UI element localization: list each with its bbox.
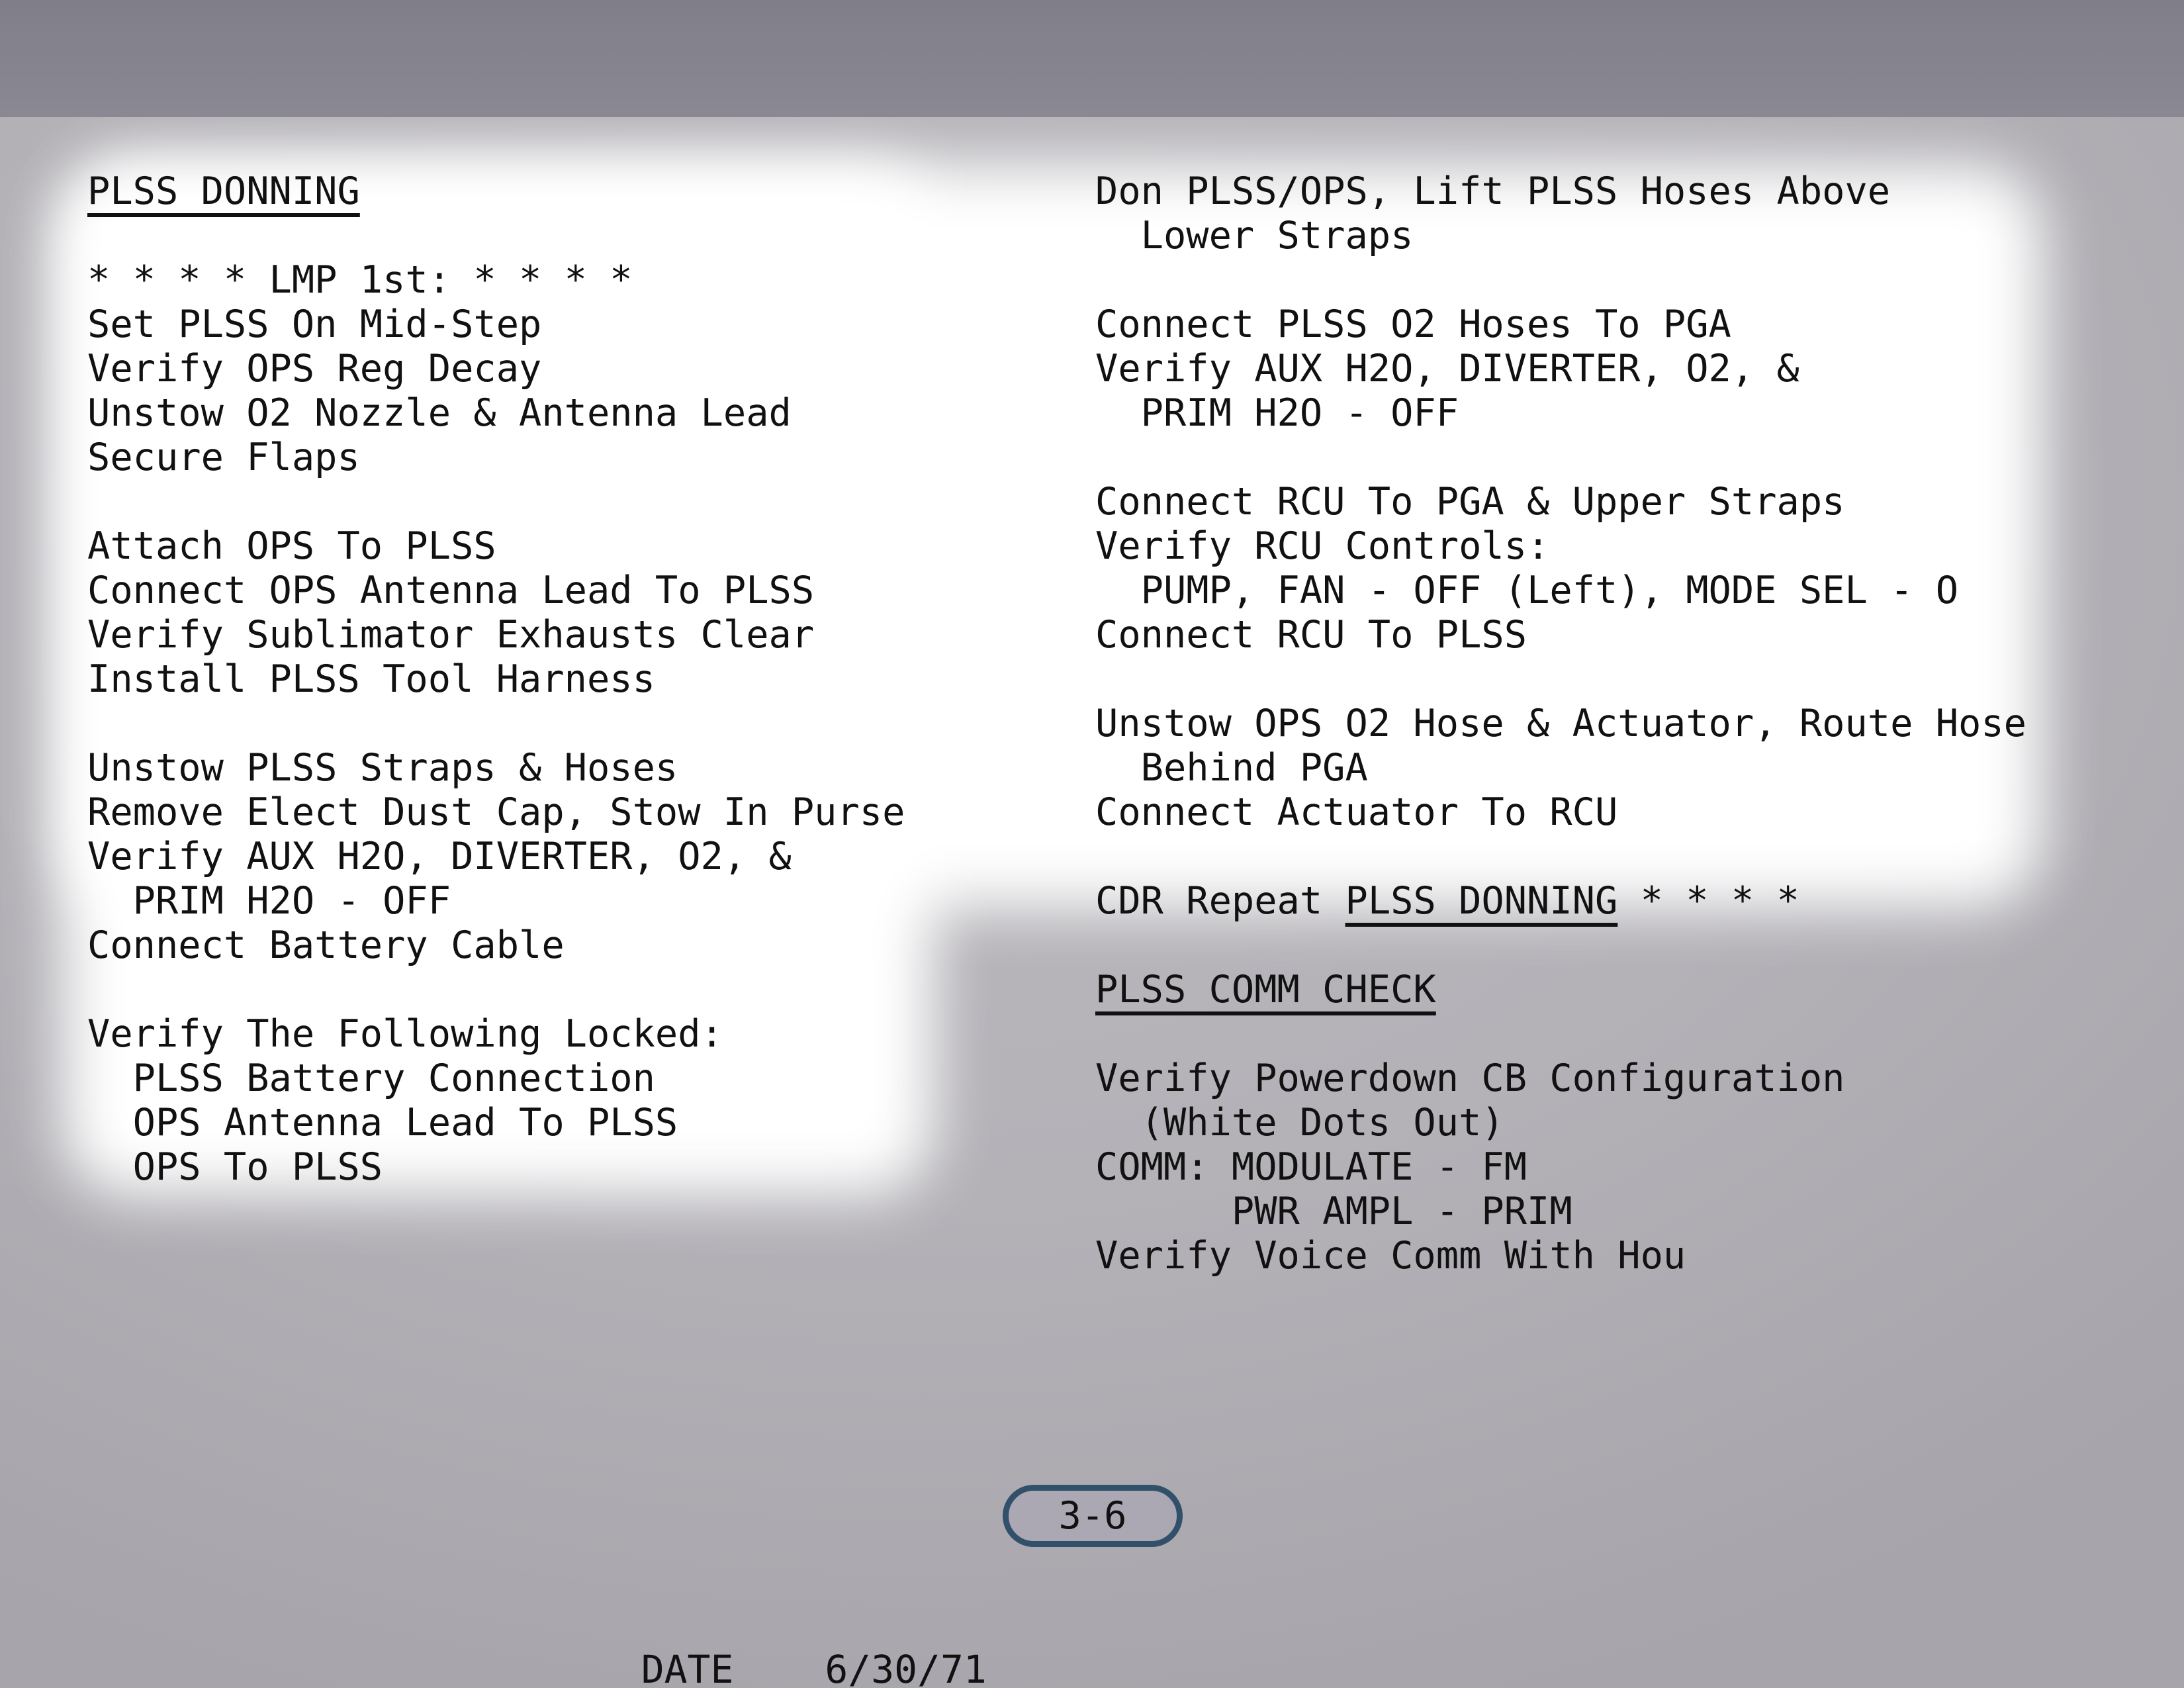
checklist-line: CDR Repeat PLSS DONNING * * * * bbox=[1095, 879, 2026, 923]
checklist-line: Verify OPS Reg Decay bbox=[87, 347, 905, 391]
date-value: 6/30/71 bbox=[778, 1648, 1031, 1688]
checklist-line: PLSS DONNING bbox=[87, 169, 905, 214]
checklist-line: Unstow O2 Nozzle & Antenna Lead bbox=[87, 391, 905, 436]
checklist-line: PLSS Battery Connection bbox=[87, 1056, 905, 1101]
checklist-line bbox=[87, 214, 905, 258]
checklist-line: Connect Battery Cable bbox=[87, 923, 905, 968]
checklist-line bbox=[1095, 1012, 2026, 1056]
checklist-line bbox=[1095, 923, 2026, 968]
checklist-line: Connect OPS Antenna Lead To PLSS bbox=[87, 569, 905, 613]
checklist-line bbox=[1095, 835, 2026, 879]
checklist-line: Unstow PLSS Straps & Hoses bbox=[87, 746, 905, 790]
checklist-line: Install PLSS Tool Harness bbox=[87, 657, 905, 702]
checklist-line bbox=[87, 480, 905, 524]
checklist-line: Connect RCU To PGA & Upper Straps bbox=[1095, 480, 2026, 524]
checklist-line bbox=[87, 968, 905, 1012]
underlined-heading: PLSS DONNING bbox=[1345, 879, 1618, 923]
checklist-line: Verify The Following Locked: bbox=[87, 1012, 905, 1056]
checklist-line: Secure Flaps bbox=[87, 436, 905, 480]
checklist-line: (White Dots Out) bbox=[1095, 1101, 2026, 1145]
checklist-line: Connect PLSS O2 Hoses To PGA bbox=[1095, 303, 2026, 347]
checklist-line: Connect RCU To PLSS bbox=[1095, 613, 2026, 657]
checklist-line: OPS Antenna Lead To PLSS bbox=[87, 1101, 905, 1145]
checklist-line: Attach OPS To PLSS bbox=[87, 524, 905, 569]
checklist-line bbox=[1095, 657, 2026, 702]
checklist-line: Verify AUX H2O, DIVERTER, O2, & bbox=[87, 835, 905, 879]
right-column: Don PLSS/OPS, Lift PLSS Hoses Above Lowe… bbox=[1095, 169, 2026, 1278]
underlined-heading: PLSS DONNING bbox=[87, 169, 360, 213]
date-row: DATE 6/30/71 bbox=[549, 1603, 1032, 1688]
checklist-line: OPS To PLSS bbox=[87, 1145, 905, 1190]
checklist-line: PWR AMPL - PRIM bbox=[1095, 1190, 2026, 1234]
checklist-line: PLSS COMM CHECK bbox=[1095, 968, 2026, 1012]
underlined-heading: PLSS COMM CHECK bbox=[1095, 968, 1436, 1011]
date-label: DATE bbox=[641, 1647, 734, 1688]
checklist-line: Lower Straps bbox=[1095, 214, 2026, 258]
page-number-badge: 3-6 bbox=[1003, 1485, 1183, 1547]
checklist-line bbox=[87, 702, 905, 746]
checklist-line: Set PLSS On Mid-Step bbox=[87, 303, 905, 347]
checklist-line: Unstow OPS O2 Hose & Actuator, Route Hos… bbox=[1095, 702, 2026, 746]
checklist-line bbox=[1095, 258, 2026, 303]
checklist-line: * * * * LMP 1st: * * * * bbox=[87, 258, 905, 303]
checklist-line: Remove Elect Dust Cap, Stow In Purse bbox=[87, 790, 905, 835]
checklist-line: Verify AUX H2O, DIVERTER, O2, & bbox=[1095, 347, 2026, 391]
page-number: 3-6 bbox=[1059, 1494, 1127, 1538]
top-band bbox=[0, 0, 2184, 117]
checklist-line: Verify Sublimator Exhausts Clear bbox=[87, 613, 905, 657]
checklist-line: COMM: MODULATE - FM bbox=[1095, 1145, 2026, 1190]
checklist-line bbox=[1095, 436, 2026, 480]
checklist-line: PRIM H2O - OFF bbox=[1095, 391, 2026, 436]
checklist-line: Behind PGA bbox=[1095, 746, 2026, 790]
left-column: PLSS DONNING * * * * LMP 1st: * * * *Set… bbox=[87, 169, 905, 1190]
checklist-line: PUMP, FAN - OFF (Left), MODE SEL - O bbox=[1095, 569, 2026, 613]
checklist-line: PRIM H2O - OFF bbox=[87, 879, 905, 923]
checklist-line: Verify RCU Controls: bbox=[1095, 524, 2026, 569]
checklist-page: PLSS DONNING * * * * LMP 1st: * * * *Set… bbox=[0, 0, 2184, 1688]
checklist-line: Don PLSS/OPS, Lift PLSS Hoses Above bbox=[1095, 169, 2026, 214]
checklist-line: Verify Powerdown CB Configuration bbox=[1095, 1056, 2026, 1101]
checklist-line: Connect Actuator To RCU bbox=[1095, 790, 2026, 835]
checklist-line: Verify Voice Comm With Hou bbox=[1095, 1234, 2026, 1278]
